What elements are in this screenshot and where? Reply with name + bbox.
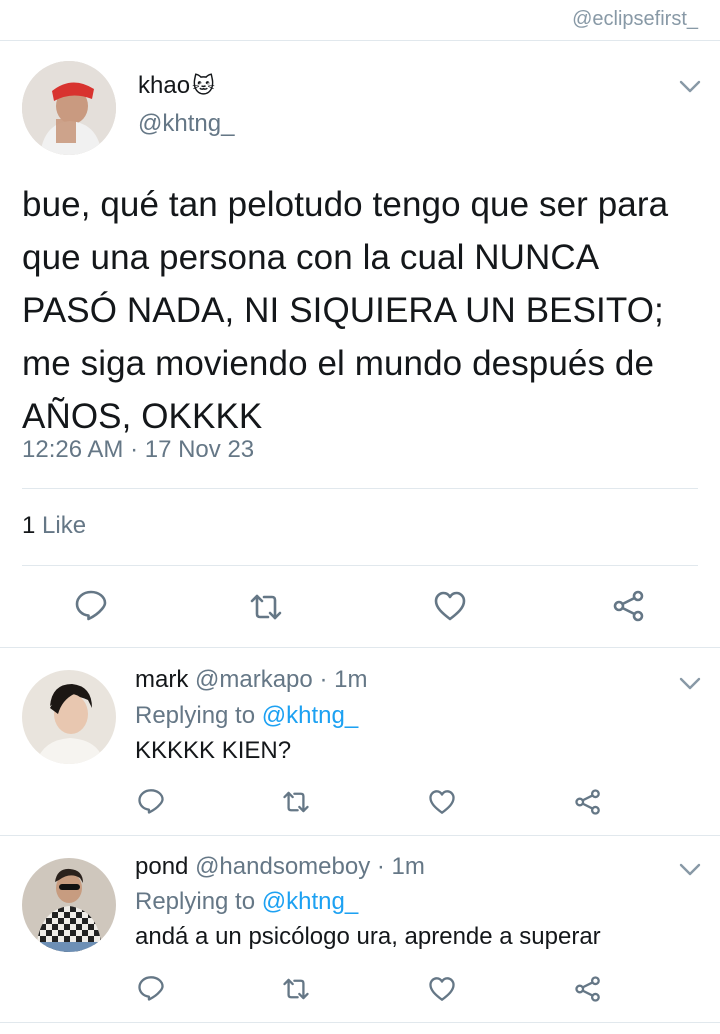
chevron-down-icon[interactable] xyxy=(679,863,701,877)
share-icon[interactable] xyxy=(574,975,602,1003)
reply-author-name[interactable]: pond xyxy=(135,853,188,880)
heart-icon[interactable] xyxy=(428,788,456,816)
reply-icon[interactable] xyxy=(137,787,165,815)
retweet-icon[interactable] xyxy=(282,975,310,1003)
replying-to-link[interactable]: @khtng_ xyxy=(262,702,358,729)
reply-time: · 1m xyxy=(376,853,425,880)
cat-emoji: 🐱 xyxy=(192,73,215,98)
reply-time: · 1m xyxy=(319,666,368,693)
retweet-icon[interactable] xyxy=(249,590,283,624)
divider xyxy=(22,565,698,566)
reply-text: KKKKK KIEN? xyxy=(135,737,292,764)
avatar[interactable] xyxy=(22,670,116,764)
author-name-text: khao xyxy=(138,72,191,99)
likes-number: 1 xyxy=(22,512,36,539)
chevron-down-icon[interactable] xyxy=(679,80,701,94)
retweet-icon[interactable] xyxy=(282,788,310,816)
replying-to-link[interactable]: @khtng_ xyxy=(262,888,358,915)
reply-author-handle[interactable]: @handsomeboy xyxy=(195,853,370,880)
share-icon[interactable] xyxy=(574,788,602,816)
divider xyxy=(22,488,698,489)
avatar[interactable] xyxy=(22,61,116,155)
share-icon[interactable] xyxy=(612,589,646,623)
reply-author-name[interactable]: mark xyxy=(135,666,188,693)
divider xyxy=(0,835,720,836)
reply-icon[interactable] xyxy=(74,588,108,622)
reply-header: pond @handsomeboy · 1m xyxy=(135,853,425,881)
heart-icon[interactable] xyxy=(428,975,456,1003)
tweet-timestamp[interactable]: 12:26 AM · 17 Nov 23 xyxy=(22,436,254,464)
avatar[interactable] xyxy=(22,858,116,952)
top-divider xyxy=(0,40,720,41)
divider xyxy=(0,647,720,648)
reply-header: mark @markapo · 1m xyxy=(135,666,367,694)
likes-count[interactable]: 1 Like xyxy=(22,512,86,540)
replying-to-prefix: Replying to xyxy=(135,702,256,729)
divider xyxy=(0,1022,720,1023)
reply-icon[interactable] xyxy=(137,974,165,1002)
replying-to: Replying to @khtng_ xyxy=(135,888,358,916)
reply-text: andá a un psicólogo ura, aprende a super… xyxy=(135,923,601,950)
replying-to-prefix: Replying to xyxy=(135,888,256,915)
heart-icon[interactable] xyxy=(433,589,467,623)
likes-label: Like xyxy=(42,512,87,539)
replying-to: Replying to @khtng_ xyxy=(135,702,358,730)
tweet-text: bue, qué tan pelotudo tengo que ser para… xyxy=(22,185,669,436)
reply-author-handle[interactable]: @markapo xyxy=(195,666,313,693)
chevron-down-icon[interactable] xyxy=(679,677,701,691)
author-handle[interactable]: @khtng_ xyxy=(138,110,234,138)
watermark-handle: @eclipsefirst_ xyxy=(572,8,698,30)
author-name[interactable]: khao 🐱 xyxy=(138,72,215,100)
